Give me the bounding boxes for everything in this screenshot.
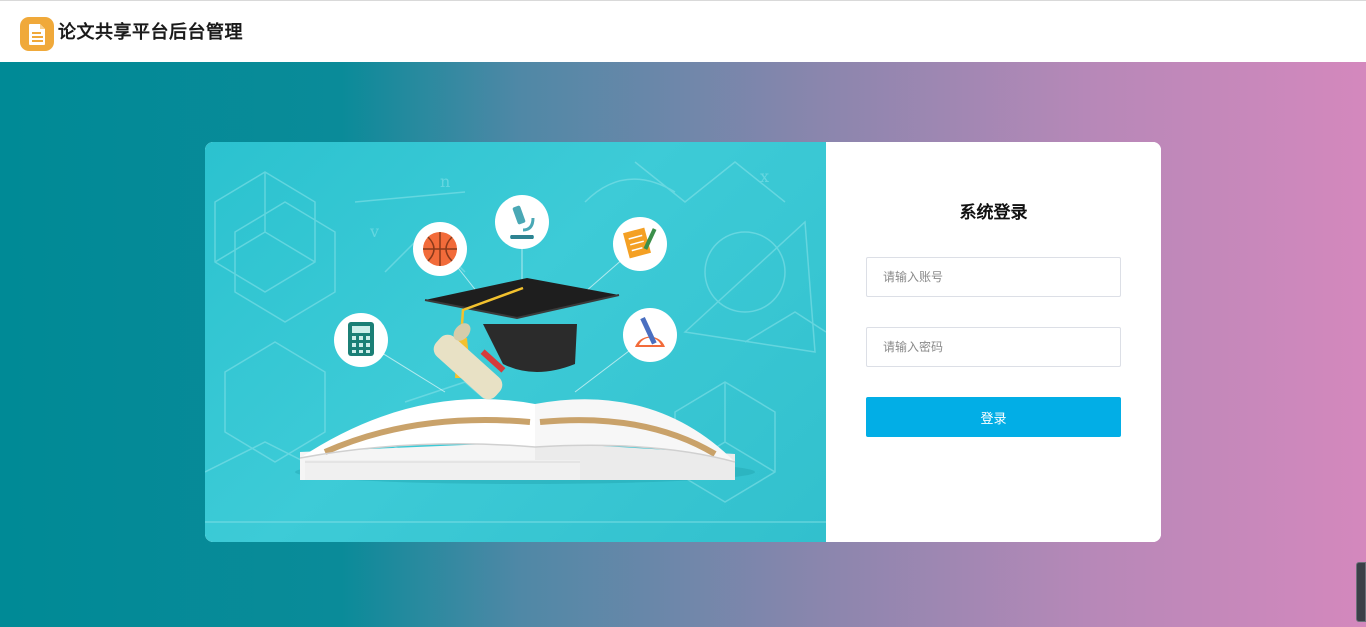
floating-side-widget[interactable] xyxy=(1356,562,1366,622)
svg-text:x: x xyxy=(760,167,769,186)
login-title: 系统登录 xyxy=(959,203,1028,223)
calculator-icon xyxy=(334,313,388,367)
basketball-icon xyxy=(413,222,467,276)
svg-text:v: v xyxy=(369,222,379,241)
app-title: 论文共享平台后台管理 xyxy=(58,22,243,43)
account-input[interactable] xyxy=(866,257,1121,297)
notebook-icon xyxy=(613,217,667,271)
login-form-panel: 系统登录 登录 xyxy=(826,142,1161,542)
password-input[interactable] xyxy=(866,327,1121,367)
protractor-icon xyxy=(623,308,677,362)
document-icon xyxy=(20,17,54,51)
svg-text:n: n xyxy=(440,172,450,191)
top-header: 论文共享平台后台管理 xyxy=(0,0,1366,62)
login-background: v n r x xyxy=(0,62,1366,627)
microscope-icon xyxy=(495,195,549,249)
education-illustration: v n r x xyxy=(205,142,826,542)
login-card: v n r x xyxy=(205,142,1161,542)
open-book-icon xyxy=(295,399,755,484)
login-button[interactable]: 登录 xyxy=(866,397,1121,437)
